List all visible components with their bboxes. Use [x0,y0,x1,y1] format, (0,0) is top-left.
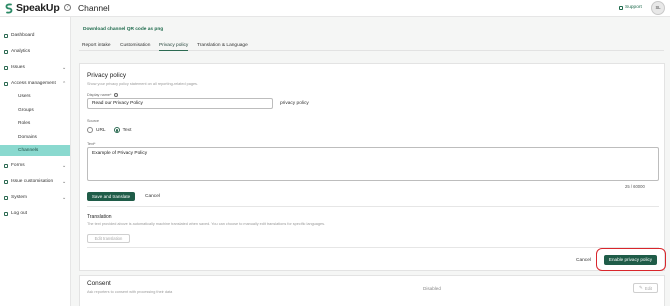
main-content: Download channel QR code as png Report i… [71,17,670,306]
sidebar-item-label: Channels [18,148,39,153]
sidebar-item-system[interactable]: System ⌄ [0,192,70,203]
sidebar-item-label: Issues [11,65,25,70]
pencil-icon: ✎ [638,285,643,290]
page-title: Channel [78,3,110,13]
tab-privacy-policy[interactable]: Privacy policy [159,43,189,51]
issues-icon [4,65,8,70]
chevron-down-icon: ⌄ [62,178,67,185]
chevron-up-icon: ⌃ [62,80,67,87]
sidebar-item-label: Groups [18,108,34,113]
sidebar-item-domains[interactable]: Domains [0,132,70,143]
sidebar-item-label: Log out [11,211,28,216]
tab-bar: Report intake Customisation Privacy poli… [79,40,664,51]
brand-name: SpeakUp [16,2,60,14]
consent-card: Consent Ask reporters to consent with pr… [79,275,665,306]
radio-url-label: URL [96,127,106,133]
consent-description: Ask reporters to consent with processing… [87,290,173,294]
sidebar-item-users[interactable]: Users [0,91,70,102]
sidebar-item-label: Roles [18,121,31,126]
sidebar: Dashboard Analytics Issues ⌄ Access mana… [0,17,71,306]
analytics-icon [4,49,8,54]
tab-report-intake[interactable]: Report intake [82,43,111,51]
sidebar-item-dashboard[interactable]: Dashboard [0,30,70,41]
sidebar-item-issues[interactable]: Issues ⌄ [0,62,70,73]
support-label: Support [625,5,642,10]
speakup-logo-icon [5,3,13,13]
sidebar-item-channels[interactable]: Channels [0,145,70,156]
save-and-translate-button[interactable]: Save and translate [87,192,135,201]
support-link[interactable]: Support [619,5,642,10]
logout-icon [4,211,8,216]
edit-translation-button[interactable]: Edit translation [87,234,130,243]
chevron-down-icon: ⌄ [62,194,67,201]
sidebar-item-access-management[interactable]: Access management ⌃ [0,78,70,89]
chevron-down-icon: ⌄ [62,162,67,169]
help-icon[interactable]: ? [64,4,71,11]
top-bar: SpeakUp ? Channel Support SL [0,0,670,17]
radio-text[interactable] [113,127,120,133]
edit-consent-button[interactable]: ✎ Edit [633,283,658,293]
chevron-down-icon: ⌄ [62,64,67,71]
avatar[interactable]: SL [651,1,665,15]
footer-cancel-button[interactable]: Cancel [576,258,591,263]
display-name-field[interactable]: Read our Privacy Policy [87,98,273,109]
sidebar-item-groups[interactable]: Groups [0,105,70,116]
divider [87,206,659,207]
support-icon [619,5,623,10]
character-counter: 25 / 60000 [625,184,645,189]
sidebar-item-label: Dashboard [11,33,35,38]
source-label: Source [87,119,100,123]
sidebar-item-issue-customisation[interactable]: Issue customisation ⌄ [0,176,70,187]
sidebar-item-label: Users [18,94,31,99]
section-description: Show your privacy policy statement on al… [87,82,199,86]
sidebar-item-roles[interactable]: Roles [0,118,70,129]
sidebar-item-log-out[interactable]: Log out [0,208,70,219]
forms-icon [4,163,8,168]
download-qr-link[interactable]: Download channel QR code as png [83,27,163,32]
status-badge: Disabled [423,286,441,291]
radio-url[interactable] [87,127,93,133]
translation-description: The text provided above is automatically… [87,222,326,226]
source-radio-group: URL Text [87,127,131,133]
privacy-policy-card: Privacy policy Show your privacy policy … [79,63,665,271]
text-label: Text* [87,142,96,146]
section-title: Privacy policy [87,72,127,79]
customisation-icon [4,179,8,184]
sidebar-item-analytics[interactable]: Analytics [0,46,70,57]
radio-text-label: Text [122,127,132,133]
access-icon [4,81,8,86]
edit-label: Edit [644,285,653,291]
sidebar-item-label: Domains [18,135,37,140]
dashboard-icon [4,33,8,38]
info-icon[interactable] [113,93,118,97]
tab-translation-language[interactable]: Translation & Language [197,43,248,51]
sidebar-item-label: Analytics [11,49,31,54]
sidebar-item-forms[interactable]: Forms ⌄ [0,160,70,171]
privacy-text-area[interactable]: Example of Privacy Policy [87,147,659,181]
display-name-label-text: Display name* [87,93,112,97]
cancel-button[interactable]: Cancel [145,194,160,199]
sidebar-item-label: Access management [11,81,56,86]
sidebar-item-label: System [11,195,27,200]
divider [87,247,659,248]
highlight-annotation [596,248,666,271]
tab-customisation[interactable]: Customisation [120,43,150,51]
display-name-suffix: privacy policy [280,101,309,106]
system-icon [4,195,8,200]
translation-title: Translation [87,214,112,220]
sidebar-item-label: Forms [11,163,25,168]
logo[interactable]: SpeakUp [5,2,60,14]
consent-title: Consent [87,280,111,287]
sidebar-item-label: Issue customisation [11,179,54,184]
display-name-label: Display name* [87,93,118,97]
